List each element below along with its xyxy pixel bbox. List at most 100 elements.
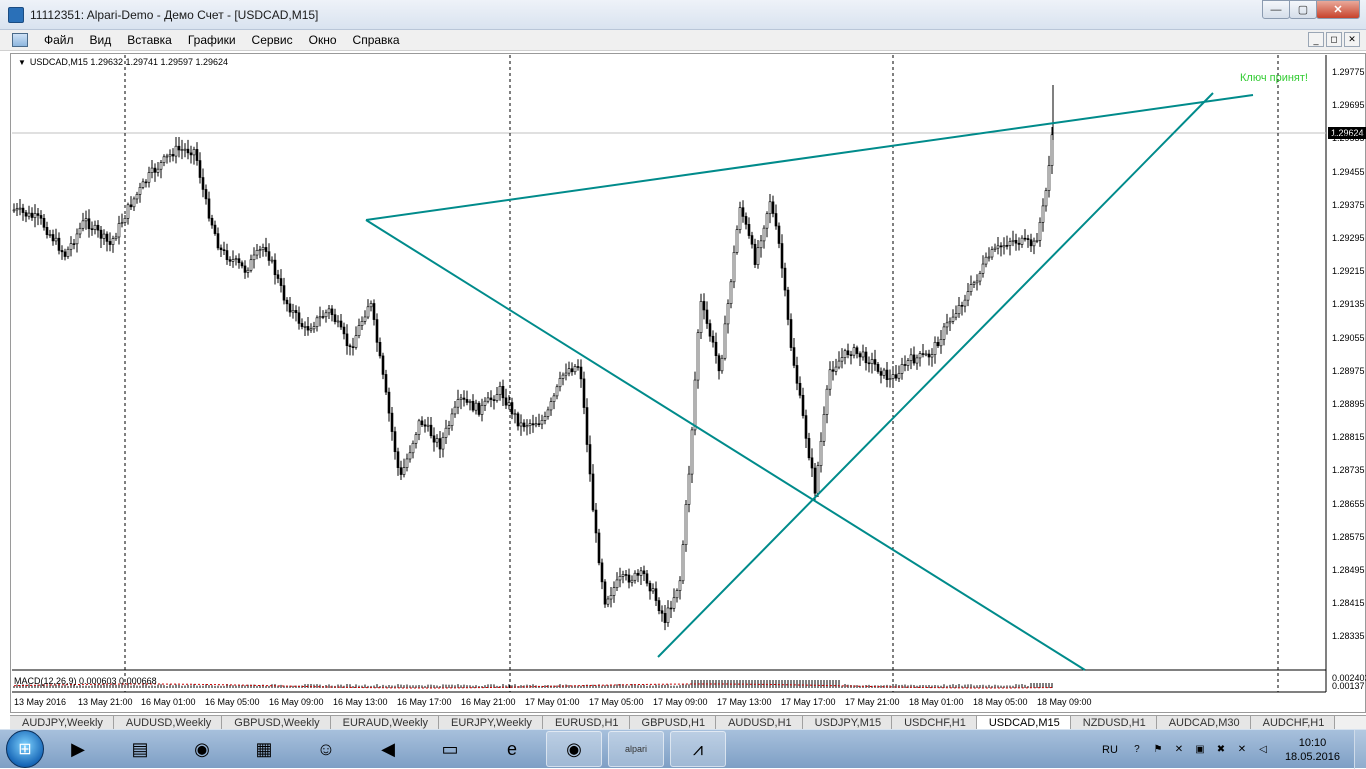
candle-body [387, 391, 391, 414]
chrome-icon[interactable]: ◉ [174, 731, 230, 767]
candle-body [825, 388, 829, 415]
candle-body [78, 227, 82, 235]
candle-body [495, 394, 499, 401]
candle-body [57, 237, 61, 251]
candle-body [399, 467, 403, 475]
chart-tab[interactable]: AUDUSD,H1 [716, 716, 803, 729]
power-icon[interactable]: ✕ [1235, 743, 1249, 757]
candle-body [990, 249, 994, 258]
time-tick-label: 16 May 05:00 [205, 697, 260, 707]
candle-body [1005, 245, 1009, 247]
candle-body [948, 320, 952, 324]
candle-body [153, 167, 157, 173]
candle-body [705, 309, 709, 324]
file-explorer-icon-glyph: ▤ [131, 738, 149, 759]
candle-body [801, 394, 805, 416]
chrome-icon[interactable]: ◉ [546, 731, 602, 767]
chart-tab[interactable]: AUDJPY,Weekly [10, 716, 114, 729]
candle-body [561, 374, 565, 379]
candle-body [921, 353, 925, 355]
candle-body [756, 247, 760, 265]
media-player-icon[interactable]: ▶ [50, 731, 106, 767]
chart-tabs: AUDJPY,Weekly AUDUSD,Weekly GBPUSD,Weekly E… [10, 715, 1366, 729]
candle-body [147, 172, 151, 183]
candle-body [963, 299, 967, 307]
candle-body [180, 149, 184, 151]
candle-body [981, 263, 985, 274]
candle-body [30, 212, 34, 218]
candle-body [564, 372, 568, 376]
alpari-icon[interactable]: alpari [608, 731, 664, 767]
candle-body [864, 351, 868, 364]
candle-body [420, 420, 424, 426]
help-icon[interactable]: ? [1130, 743, 1144, 757]
chart-tab[interactable]: USDJPY,M15 [802, 716, 893, 729]
candle-body [507, 402, 511, 406]
ie-icon[interactable]: e [484, 731, 540, 767]
language-indicator[interactable]: RU [1102, 744, 1118, 756]
chart-tab[interactable]: EURUSD,H1 [542, 716, 630, 729]
candle-body [663, 613, 667, 623]
price-chart[interactable] [0, 0, 1366, 768]
candle-body [162, 156, 166, 163]
candle-body [156, 168, 160, 173]
time-tick-label: 17 May 21:00 [845, 697, 900, 707]
alert-icon[interactable]: ✕ [1172, 743, 1186, 757]
candle-body [378, 342, 382, 357]
monitor-icon[interactable]: ▣ [1193, 743, 1207, 757]
candle-body [741, 207, 745, 217]
candle-body [522, 422, 526, 428]
candle-body [549, 401, 553, 411]
candle-body [639, 570, 643, 576]
chart-tab[interactable]: AUDCAD,M30 [1156, 716, 1251, 729]
candle-body [768, 201, 772, 215]
chart-tab[interactable]: AUDCHF,H1 [1250, 716, 1336, 729]
chart-tab[interactable]: USDCHF,H1 [892, 716, 977, 729]
candle-body [708, 323, 712, 337]
candle-body [777, 225, 781, 244]
candle-body [39, 215, 43, 219]
candle-body [222, 249, 226, 251]
candle-body [336, 320, 340, 323]
candle-body [144, 181, 148, 184]
candle-body [876, 363, 880, 372]
candle-body [102, 233, 106, 239]
candle-body [669, 607, 673, 610]
candle-body [834, 366, 838, 372]
candle-body [183, 148, 187, 151]
chart-tab[interactable]: GBPUSD,H1 [629, 716, 717, 729]
macd-histogram [13, 680, 1053, 689]
show-desktop-button[interactable] [1354, 730, 1366, 769]
chart-tab[interactable]: EURAUD,Weekly [330, 716, 440, 729]
metatrader-icon[interactable]: ⩘ [670, 731, 726, 767]
chart-tab[interactable]: GBPUSD,Weekly [222, 716, 331, 729]
candle-body [159, 162, 163, 170]
file-explorer-icon[interactable]: ▤ [112, 731, 168, 767]
candle-body [1032, 240, 1036, 247]
start-button[interactable]: ⊞ [6, 730, 44, 768]
chart-tab[interactable]: USDCAD,M15 [976, 716, 1071, 729]
candle-body [330, 308, 334, 315]
candle-body [666, 607, 670, 623]
network-icon[interactable]: ✖ [1214, 743, 1228, 757]
clock[interactable]: 10:10 18.05.2016 [1285, 736, 1340, 764]
candle-body [726, 303, 730, 325]
volume-icon[interactable]: ◁ [1256, 743, 1270, 757]
candle-body [297, 312, 301, 324]
candle-body [207, 198, 211, 219]
control-panel-icon[interactable]: ▦ [236, 731, 292, 767]
chart-tab[interactable]: NZDUSD,H1 [1070, 716, 1157, 729]
flag-icon[interactable]: ⚑ [1151, 743, 1165, 757]
chart-tab[interactable]: EURJPY,Weekly [439, 716, 543, 729]
price-tick-label: 1.28495 [1332, 565, 1365, 575]
document-icon[interactable]: ▭ [422, 731, 478, 767]
speaker-icon[interactable]: ◀ [360, 731, 416, 767]
candle-body [537, 423, 541, 425]
users-icon[interactable]: ☺ [298, 731, 354, 767]
candle-body [588, 444, 592, 475]
candle-body [960, 305, 964, 307]
chart-tab[interactable]: AUDUSD,Weekly [113, 716, 223, 729]
candle-body [684, 504, 688, 545]
candle-body [234, 258, 238, 260]
candle-body [609, 595, 613, 600]
